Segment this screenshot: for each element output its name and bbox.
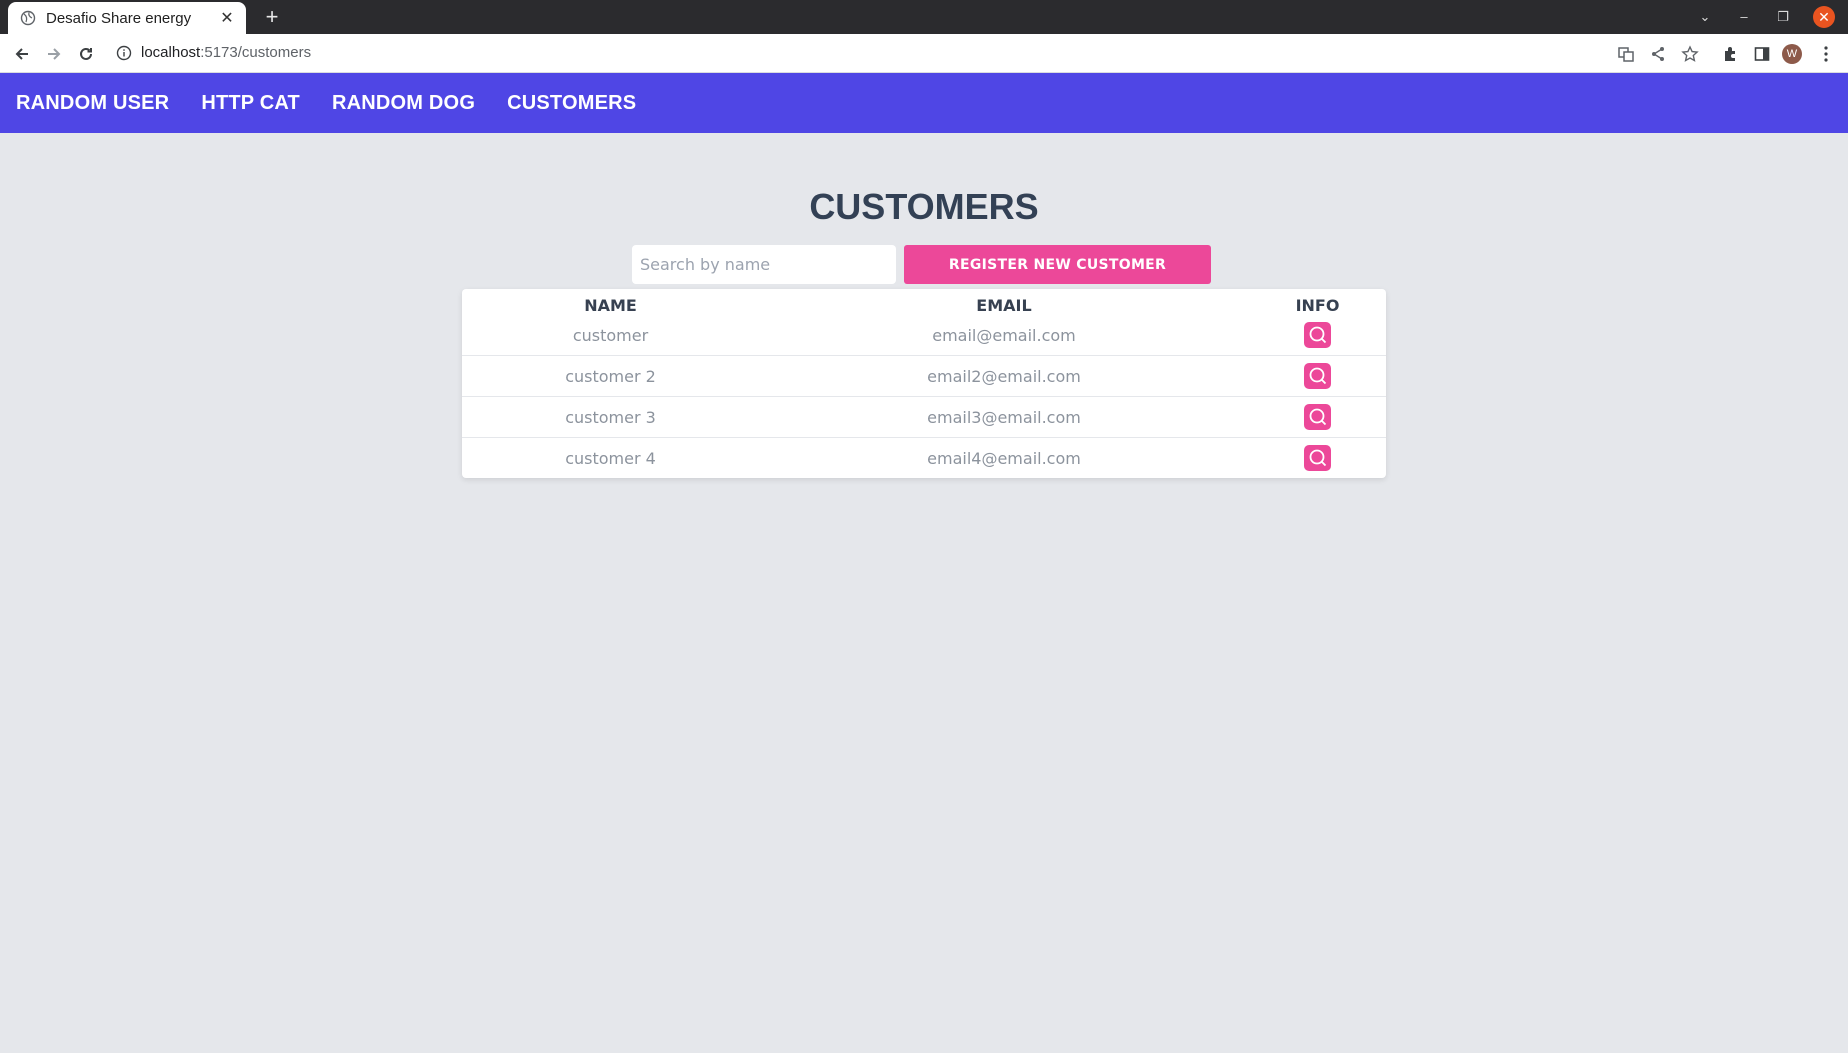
browser-tab-bar: Desafio Share energy ✕ + ⌄ – ❐ ✕	[0, 0, 1848, 34]
customer-name: customer 3	[462, 396, 759, 438]
forward-icon[interactable]	[42, 42, 66, 66]
bookmark-star-icon[interactable]	[1678, 42, 1702, 66]
table-header-row: NAME EMAIL INFO	[462, 289, 1386, 315]
column-header-info: INFO	[1295, 296, 1340, 315]
restore-icon[interactable]: ❐	[1772, 6, 1794, 28]
minimize-icon[interactable]: –	[1733, 6, 1755, 28]
info-cell	[1249, 437, 1386, 478]
nav-link-random-dog[interactable]: RANDOM DOG	[332, 92, 475, 115]
page-title: CUSTOMERS	[809, 186, 1039, 227]
share-icon[interactable]	[1646, 42, 1670, 66]
profile-avatar[interactable]: W	[1782, 44, 1802, 64]
back-icon[interactable]	[10, 42, 34, 66]
chevron-down-icon[interactable]: ⌄	[1694, 6, 1716, 28]
globe-icon	[20, 10, 36, 26]
customer-name: customer 2	[462, 355, 759, 397]
extensions-icon[interactable]	[1718, 42, 1742, 66]
url-field[interactable]: localhost:5173/customers	[141, 44, 311, 61]
close-icon[interactable]: ✕	[218, 8, 236, 28]
customer-name: customer	[572, 325, 649, 345]
customer-email: email3@email.com	[759, 396, 1249, 438]
nav-link-customers[interactable]: CUSTOMERS	[507, 92, 636, 115]
site-info-icon[interactable]	[116, 45, 132, 66]
new-tab-icon[interactable]: +	[260, 5, 284, 29]
side-panel-icon[interactable]	[1750, 42, 1774, 66]
window-close-icon[interactable]: ✕	[1813, 6, 1835, 28]
customers-table-card: NAME EMAIL INFO customer email@email.com…	[462, 289, 1386, 478]
table-row: customer 3 email3@email.com	[462, 396, 1386, 438]
reload-icon[interactable]	[74, 42, 98, 66]
customer-email: email4@email.com	[759, 437, 1249, 478]
nav-link-random-user[interactable]: RANDOM USER	[16, 92, 169, 115]
customers-table: NAME EMAIL INFO customer email@email.com…	[462, 289, 1386, 478]
app-navbar: RANDOM USER HTTP CAT RANDOM DOG CUSTOMER…	[0, 73, 1848, 133]
customer-email: email@email.com	[932, 325, 1076, 345]
customer-email: email2@email.com	[759, 355, 1249, 397]
tab-title: Desafio Share energy	[46, 9, 192, 27]
address-bar: localhost:5173/customers W	[0, 34, 1848, 73]
search-icon[interactable]	[1304, 404, 1331, 430]
column-header-email: EMAIL	[976, 296, 1032, 315]
table-row: customer 4 email4@email.com	[462, 437, 1386, 478]
table-row: customer email@email.com	[462, 315, 1386, 356]
column-header-name: NAME	[584, 296, 637, 315]
search-input[interactable]	[632, 245, 896, 284]
info-cell	[1249, 355, 1386, 397]
browser-tab[interactable]: Desafio Share energy ✕	[8, 2, 246, 34]
search-icon[interactable]	[1304, 322, 1331, 348]
nav-link-http-cat[interactable]: HTTP CAT	[201, 92, 300, 115]
search-icon[interactable]	[1304, 363, 1331, 389]
info-cell	[1249, 396, 1386, 438]
more-menu-icon[interactable]	[1814, 42, 1838, 66]
info-cell	[1249, 315, 1386, 356]
customer-name: customer 4	[462, 437, 759, 478]
search-icon[interactable]	[1304, 445, 1331, 471]
table-row: customer 2 email2@email.com	[462, 355, 1386, 397]
translate-icon[interactable]	[1614, 42, 1638, 66]
register-new-customer-button[interactable]: REGISTER NEW CUSTOMER	[904, 245, 1211, 284]
